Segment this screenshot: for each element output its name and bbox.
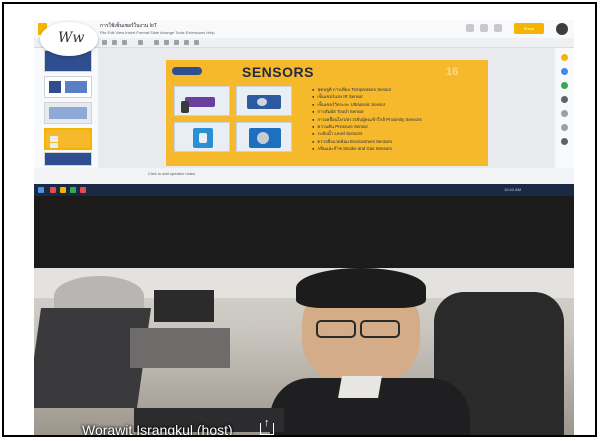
video-glasses-right [360, 320, 400, 338]
bullet-item: กลิ่นและก๊าซ Smoke and Gas Sensors [312, 145, 422, 152]
speaker-notes[interactable]: Click to add speaker notes [98, 168, 554, 180]
bullet-item: ชุดหลูดิ การเทียบ Temperature Sensor [312, 86, 422, 93]
bullet-item: การเคลื่อนไหว/ตรวจจับผู้คนเข้าใกล้ Proxi… [312, 116, 421, 123]
bullet-item: เซ็นเซอร์วัดระยะ Ultrasonic Sensor [312, 101, 422, 108]
video-screen [154, 290, 214, 322]
slide-thumbnail[interactable] [44, 102, 92, 124]
presenter-initials: Ww [58, 30, 85, 46]
sensor-image-ir [236, 86, 292, 116]
sensor-image-temperature [174, 86, 230, 116]
bullet-item: ระดับน้ำ Level Sensors [312, 130, 422, 137]
screen-share-icon: ↑ [260, 418, 274, 435]
side-panel [556, 48, 574, 168]
shape-icon[interactable] [184, 40, 189, 45]
keep-icon[interactable] [561, 54, 568, 61]
participant-video-tile[interactable]: Worawit Israngkul (host) ↑ [34, 268, 574, 437]
video-collar [338, 376, 382, 398]
print-icon[interactable] [122, 40, 127, 45]
history-icon[interactable] [466, 24, 474, 32]
cursor-icon[interactable] [154, 40, 159, 45]
presenter-avatar-badge: Ww [40, 22, 98, 56]
bullet-item: ความดัน Pressure Sensor [312, 123, 422, 130]
slide-canvas: SENSORS 16 ● ชุดหลูดิ การเทียบ Temperatu… [98, 48, 554, 168]
meeting-window: การใช้เซ็นเซอร์ในงาน IoT File Edit View … [2, 2, 597, 437]
text-box-icon[interactable] [164, 40, 169, 45]
add-on-icon[interactable] [561, 110, 568, 117]
add-on-icon[interactable] [561, 138, 568, 145]
account-avatar[interactable] [556, 23, 568, 35]
editor-toolbar [34, 38, 574, 48]
shared-screen: การใช้เซ็นเซอร์ในงาน IoT File Edit View … [34, 20, 574, 196]
bullet-item: เซ็นเซอร์แสง IR Sensor [312, 93, 422, 100]
slide-thumbnail-current[interactable] [44, 128, 92, 150]
slide-number: 16 [446, 66, 459, 78]
image-icon[interactable] [174, 40, 179, 45]
taskbar-app-icon[interactable] [50, 187, 56, 193]
present-icon[interactable] [494, 24, 502, 32]
start-icon[interactable] [38, 187, 44, 193]
undo-icon[interactable] [102, 40, 107, 45]
bullet-item: การสัมผัส Touch Sensor [312, 108, 422, 115]
bullet-item: ตรวจสิ่งแวดล้อม Environment Sensors [312, 138, 422, 145]
menu-bar[interactable]: File Edit View Insert Format Slide Arran… [100, 30, 215, 35]
document-title[interactable]: การใช้เซ็นเซอร์ในงาน IoT [100, 22, 157, 30]
slide-thumbnail-panel [34, 48, 98, 168]
sensor-image-humidity [174, 122, 230, 152]
speaker-notes-placeholder[interactable]: Click to add speaker notes [148, 171, 195, 176]
screen-share-letterbox [34, 196, 574, 268]
maps-icon[interactable] [561, 96, 568, 103]
redo-icon[interactable] [112, 40, 117, 45]
os-taskbar: 10:42 AM [34, 184, 574, 196]
line-icon[interactable] [194, 40, 199, 45]
video-hair [296, 268, 426, 308]
taskbar-app-icon[interactable] [70, 187, 76, 193]
video-glasses-left [316, 320, 356, 338]
add-on-icon[interactable] [561, 124, 568, 131]
app-topbar: การใช้เซ็นเซอร์ในงาน IoT File Edit View … [34, 20, 574, 38]
participant-name-label: Worawit Israngkul (host) [82, 422, 233, 437]
slide-thumbnail[interactable] [44, 152, 92, 166]
upload-arrow-icon: ↑ [264, 417, 270, 429]
taskbar-app-icon[interactable] [60, 187, 66, 193]
current-slide[interactable]: SENSORS 16 ● ชุดหลูดิ การเทียบ Temperatu… [166, 60, 488, 166]
contacts-icon[interactable] [561, 82, 568, 89]
slide-title: SENSORS [242, 64, 314, 80]
slide-logo [172, 67, 202, 75]
sensor-image-touch [236, 122, 292, 152]
taskbar-clock: 10:42 AM [504, 187, 521, 192]
tasks-icon[interactable] [561, 68, 568, 75]
comment-icon[interactable] [480, 24, 488, 32]
share-button[interactable]: Share [514, 23, 544, 34]
taskbar-app-icon[interactable] [80, 187, 86, 193]
slide-thumbnail[interactable] [44, 76, 92, 98]
zoom-icon[interactable] [138, 40, 143, 45]
sensor-bullet-list: ชุดหลูดิ การเทียบ Temperature Sensor เซ็… [312, 86, 422, 153]
video-laptop [130, 328, 230, 368]
